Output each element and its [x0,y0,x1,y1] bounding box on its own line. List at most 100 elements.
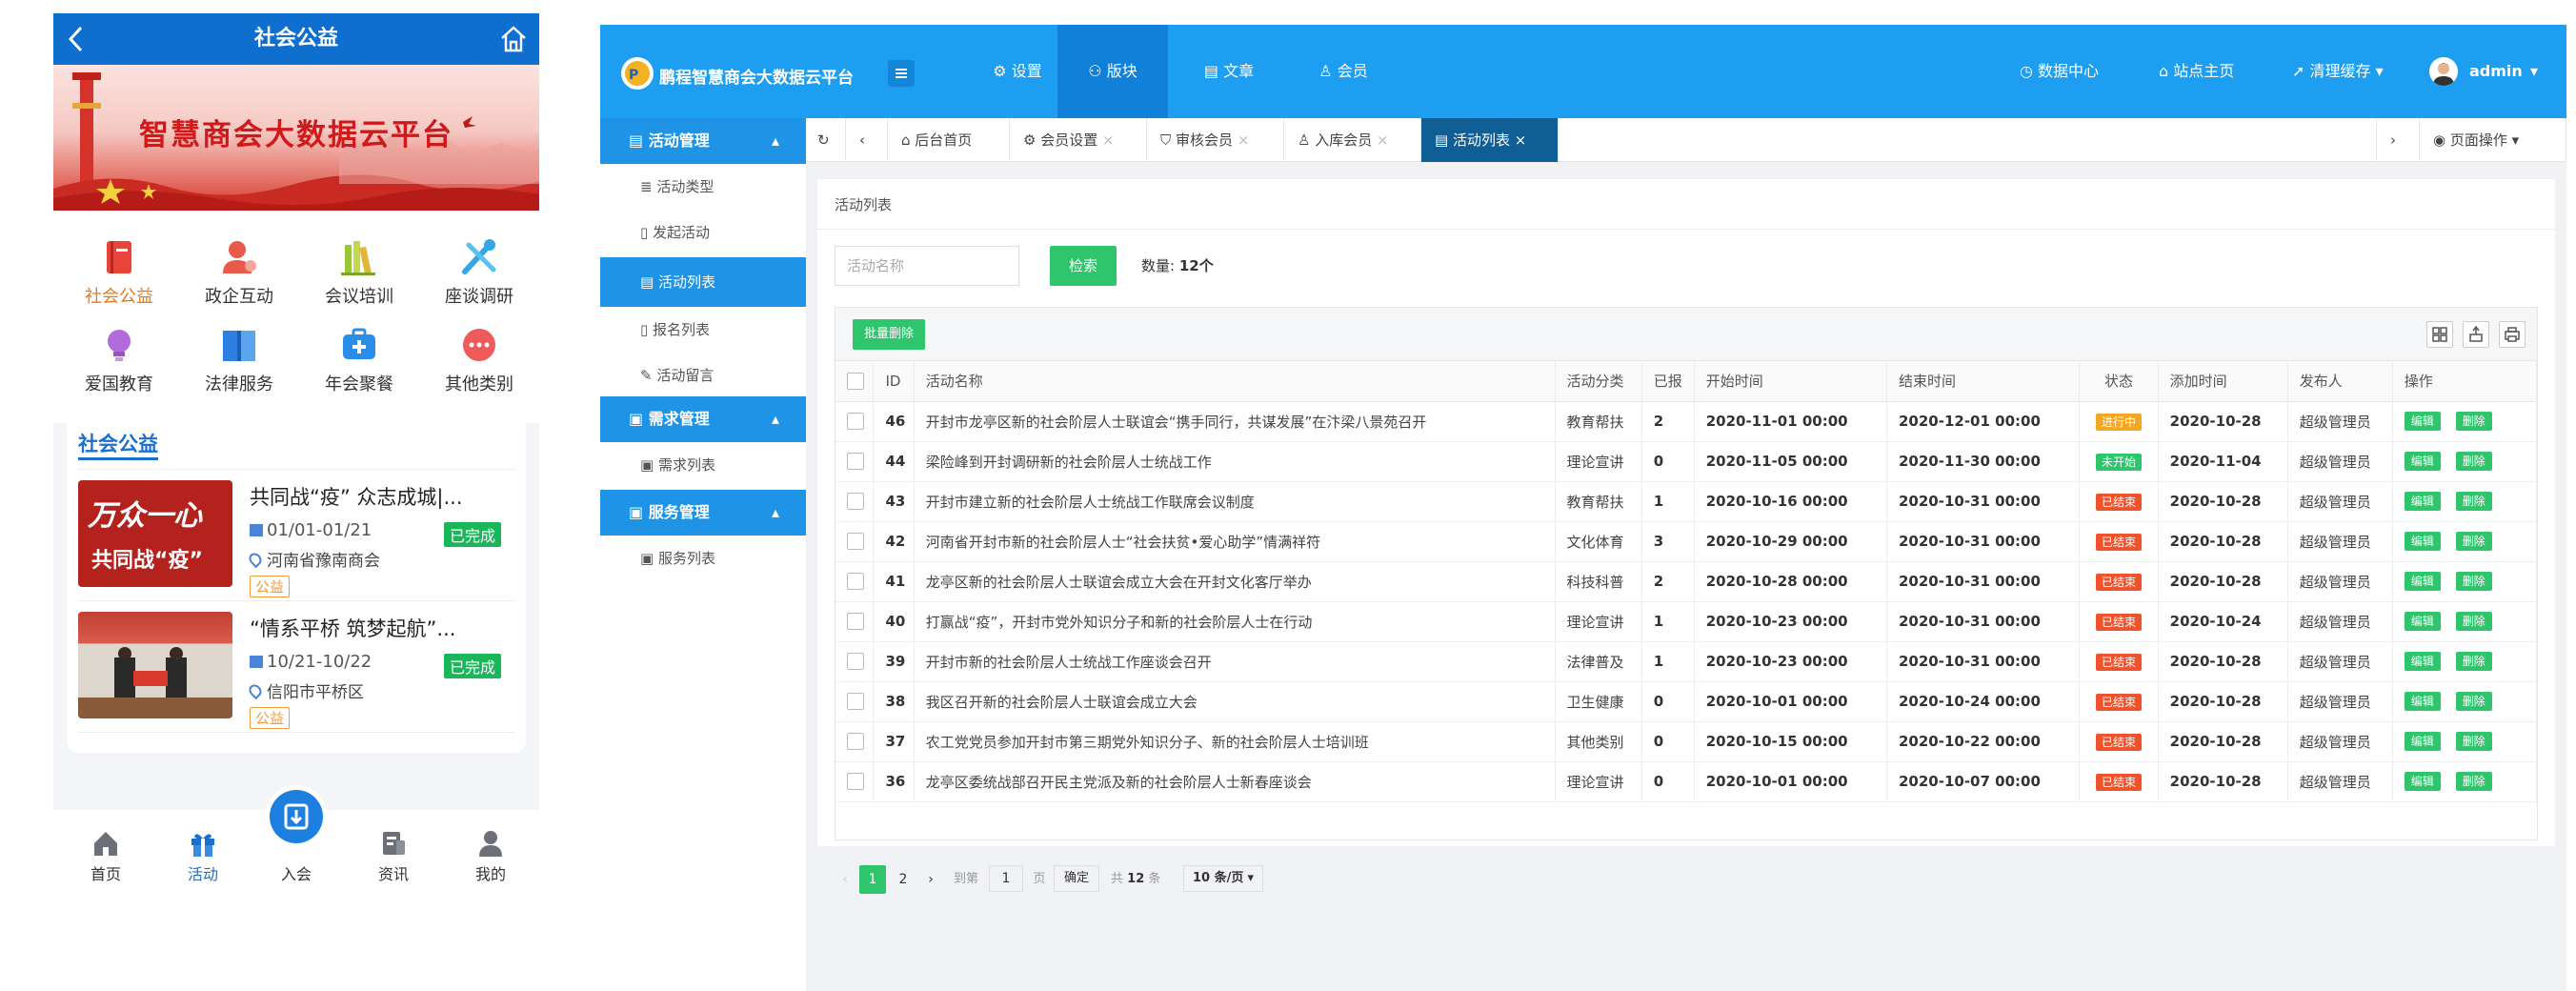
menu-toggle-icon[interactable] [888,60,915,87]
delete-button[interactable]: 删除 [2455,572,2492,591]
category-gov-interaction[interactable]: 政企互动 [183,224,295,310]
category-meeting-training[interactable]: 会议培训 [303,224,415,310]
sidebar-item-activity-type[interactable]: ≣ 活动类型 [600,164,806,210]
row-checkbox[interactable] [835,561,875,602]
row-checkbox[interactable] [835,641,875,682]
list-item[interactable]: “情系平桥 筑梦起航”... 10/21-10/22 信阳市平桥区 已完成 公益 [78,602,518,729]
nav-data-center[interactable]: ◷ 数据中心 [2020,25,2124,118]
delete-button[interactable]: 删除 [2455,692,2492,711]
search-button[interactable]: 检索 [1050,246,1117,286]
row-checkbox[interactable] [835,521,875,562]
category-patriotic-education[interactable]: 爱国教育 [63,312,175,397]
tab-profile[interactable]: 我的 [442,810,539,882]
tab-news[interactable]: 资讯 [345,810,442,882]
delete-button[interactable]: 删除 [2455,412,2492,431]
page-ops-menu[interactable]: ◉ 页面操作 ▾ [2420,118,2566,162]
sidebar-group-demand[interactable]: ▣ 需求管理 ▴ [600,396,806,442]
tab-home[interactable]: 首页 [57,810,154,882]
sidebar-group-activity[interactable]: ▤ 活动管理 ▴ [600,118,806,164]
category-forum-research[interactable]: 座谈调研 [423,224,535,310]
table-row[interactable]: 44 梁险峰到开封调研新的社会阶层人士统战工作 理论宣讲 0 2020-11-05 00… [835,441,2538,482]
delete-button[interactable]: 删除 [2455,732,2492,751]
tab-review-members[interactable]: ⛉ 审核会员 × [1147,118,1284,162]
row-checkbox[interactable] [835,441,875,482]
delete-button[interactable]: 删除 [2455,772,2492,791]
tab-dashboard[interactable]: ⌂ 后台首页 [888,118,1010,162]
sidebar-item-service-list[interactable]: ▣ 服务列表 [600,536,806,581]
join-button[interactable] [265,785,328,848]
table-row[interactable]: 40 打赢战“疫”，开封市党外知识分子和新的社会阶层人士在行动 理论宣讲 1 2020-… [835,601,2538,642]
edit-button[interactable]: 编辑 [2404,452,2441,471]
delete-button[interactable]: 删除 [2455,612,2492,631]
tab-stored-members[interactable]: ♙ 入库会员 × [1284,118,1421,162]
nav-clear-cache[interactable]: ➚ 清理缓存 ▾ [2292,25,2416,118]
sidebar-item-launch-activity[interactable]: ▯ 发起活动 [600,210,806,255]
user-menu[interactable]: admin ▾ [2429,25,2563,118]
category-annual-dinner[interactable]: 年会聚餐 [303,312,415,397]
close-icon[interactable]: × [1097,131,1115,149]
page-2-button[interactable]: 2 [890,865,916,894]
sidebar-item-activity-comments[interactable]: ✎ 活动留言 [600,353,806,398]
nav-members[interactable]: ♙ 会员 [1288,25,1399,118]
sidebar-item-signup-list[interactable]: ▯ 报名列表 [600,307,806,353]
table-row[interactable]: 43 开封市建立新的社会阶层人士统战工作联席会议制度 教育帮扶 1 2020-10-16… [835,481,2538,522]
category-other[interactable]: 其他类别 [423,312,535,397]
export-icon[interactable] [2463,321,2489,348]
table-row[interactable]: 42 河南省开封市新的社会阶层人士“社会扶贫•爱心助学”情满祥符 文化体育 3 2020… [835,521,2538,562]
tabs-next-icon[interactable]: › [2376,118,2420,162]
close-icon[interactable]: × [1372,131,1389,149]
delete-button[interactable]: 删除 [2455,652,2492,671]
row-checkbox[interactable] [835,681,875,722]
bulk-delete-button[interactable]: 批量删除 [853,319,925,350]
nav-articles[interactable]: ▤ 文章 [1174,25,1284,118]
edit-button[interactable]: 编辑 [2404,732,2441,751]
row-checkbox[interactable] [835,601,875,642]
table-row[interactable]: 39 开封市新的社会阶层人士统战工作座谈会召开 法律普及 1 2020-10-23 00… [835,641,2538,682]
tab-activity-list[interactable]: ▤ 活动列表 × [1421,118,1559,162]
edit-button[interactable]: 编辑 [2404,692,2441,711]
sidebar-item-activity-list[interactable]: ▤ 活动列表 [600,257,806,307]
prev-page-icon[interactable]: ‹ [835,865,855,894]
edit-button[interactable]: 编辑 [2404,772,2441,791]
row-checkbox[interactable] [835,401,875,442]
nav-modules[interactable]: ⚇ 版块 [1057,25,1168,118]
search-input[interactable]: 活动名称 [835,246,1019,286]
delete-button[interactable]: 删除 [2455,492,2492,511]
category-social-welfare[interactable]: 社会公益 [63,224,175,310]
table-row[interactable]: 46 开封市龙亭区新的社会阶层人士联谊会“携手同行，共谋发展”在汴梁八景苑召开 教育… [835,401,2538,442]
goto-confirm-button[interactable]: 确定 [1054,865,1099,892]
close-icon[interactable]: × [1510,131,1527,149]
nav-site-home[interactable]: ⌂ 站点主页 [2159,25,2264,118]
page-size-select[interactable]: 10 条/页 ▾ [1183,865,1263,892]
edit-button[interactable]: 编辑 [2404,612,2441,631]
edit-button[interactable]: 编辑 [2404,532,2441,551]
delete-button[interactable]: 删除 [2455,452,2492,471]
columns-icon[interactable] [2426,321,2453,348]
tabs-prev-icon[interactable]: ‹ [846,118,888,162]
table-row[interactable]: 36 龙亭区委统战部召开民主党派及新的社会阶层人士新春座谈会 理论宣讲 0 2020-1… [835,761,2538,802]
close-icon[interactable]: × [1233,131,1250,149]
category-legal-service[interactable]: 法律服务 [183,312,295,397]
tab-member-settings[interactable]: ⚙ 会员设置 × [1010,118,1147,162]
edit-button[interactable]: 编辑 [2404,572,2441,591]
table-row[interactable]: 37 农工党党员参加开封市第三期党外知识分子、新的社会阶层人士培训班 其他类别 0 20… [835,721,2538,762]
print-icon[interactable] [2499,321,2526,348]
sidebar-group-service[interactable]: ▣ 服务管理 ▴ [600,490,806,536]
page-1-button[interactable]: 1 [859,865,886,894]
select-all-checkbox[interactable] [835,361,875,402]
table-row[interactable]: 41 龙亭区新的社会阶层人士联谊会成立大会在开封文化客厅举办 科技科普 2 2020-1… [835,561,2538,602]
row-checkbox[interactable] [835,721,875,762]
list-item[interactable]: 万众一心 共同战“疫” 共同战“疫” 众志成城|... 01/01-01/21 … [78,471,518,597]
refresh-icon[interactable]: ↻ [806,118,846,162]
edit-button[interactable]: 编辑 [2404,412,2441,431]
table-row[interactable]: 38 我区召开新的社会阶层人士联谊会成立大会 卫生健康 0 2020-10-01 00:… [835,681,2538,722]
row-checkbox[interactable] [835,481,875,522]
sidebar-item-demand-list[interactable]: ▣ 需求列表 [600,442,806,488]
row-checkbox[interactable] [835,761,875,802]
home-icon[interactable] [499,25,528,53]
edit-button[interactable]: 编辑 [2404,652,2441,671]
nav-settings[interactable]: ⚙ 设置 [962,25,1073,118]
page-input[interactable]: 1 [989,865,1023,892]
delete-button[interactable]: 删除 [2455,532,2492,551]
edit-button[interactable]: 编辑 [2404,492,2441,511]
